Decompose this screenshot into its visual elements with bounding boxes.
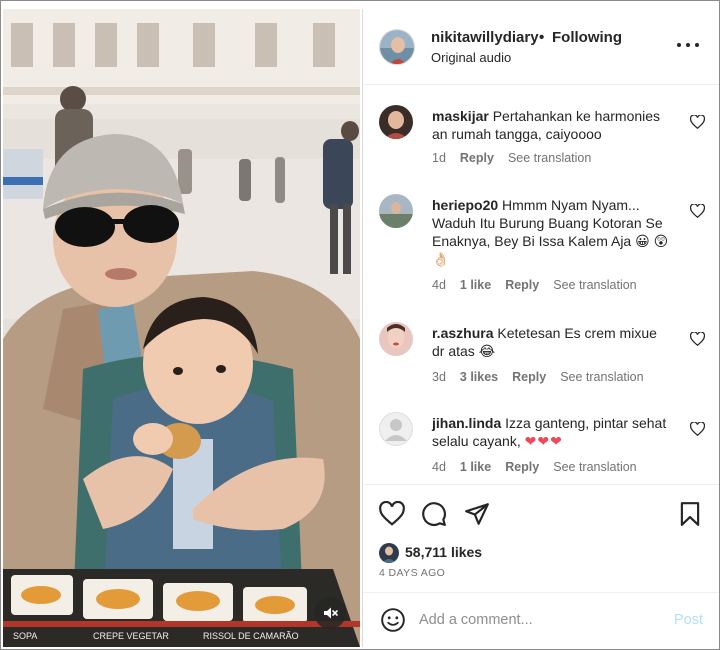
comment-meta: 4d 1 like Reply See translation bbox=[432, 278, 651, 292]
comment-username[interactable]: maskijar bbox=[432, 108, 489, 124]
author-username[interactable]: nikitawillydiary bbox=[431, 29, 539, 46]
comment-username[interactable]: r.aszhura bbox=[432, 325, 493, 341]
comment-likes[interactable]: 1 like bbox=[460, 460, 491, 474]
comments-list[interactable]: maskijar Pertahankan ke harmonies an rum… bbox=[363, 86, 719, 483]
comment-meta: 1d Reply See translation bbox=[432, 151, 605, 165]
more-horizontal-icon[interactable] bbox=[677, 39, 699, 51]
see-translation-button[interactable]: See translation bbox=[553, 278, 636, 292]
comment-meta: 3d 3 likes Reply See translation bbox=[432, 370, 658, 384]
heart-icon[interactable] bbox=[690, 332, 705, 346]
paper-plane-icon[interactable] bbox=[464, 501, 490, 527]
reply-button[interactable]: Reply bbox=[505, 278, 539, 292]
smiley-icon[interactable] bbox=[380, 607, 406, 633]
comment-time[interactable]: 4d bbox=[432, 278, 446, 292]
heart-icon[interactable] bbox=[690, 115, 705, 129]
reply-button[interactable]: Reply bbox=[505, 460, 539, 474]
comment-text: heriepo20 Hmmm Nyam Nyam... Waduh Itu Bu… bbox=[432, 196, 672, 268]
liker-avatar[interactable] bbox=[379, 543, 399, 563]
likes-count[interactable]: 58,711 likes bbox=[405, 544, 482, 560]
video-frame: SOPA CREPE VEGETAR RISSOL DE CAMARÃO bbox=[3, 9, 360, 647]
heart-icon[interactable] bbox=[690, 422, 705, 436]
comment-username[interactable]: heriepo20 bbox=[432, 197, 498, 213]
comment-input[interactable] bbox=[419, 607, 649, 633]
speaker-muted-icon[interactable] bbox=[314, 597, 346, 629]
post-actions: 58,711 likes 4 DAYS AGO bbox=[363, 484, 719, 592]
heart-icon[interactable] bbox=[690, 204, 705, 218]
commenter-avatar[interactable] bbox=[379, 194, 413, 228]
comment-text: jihan.linda Izza ganteng, pintar sehat s… bbox=[432, 414, 672, 450]
menu-sign-sopa: SOPA bbox=[13, 631, 37, 641]
menu-sign-crepe: CREPE VEGETAR bbox=[93, 631, 169, 641]
instagram-post-window: SOPA CREPE VEGETAR RISSOL DE CAMARÃO nik… bbox=[0, 0, 720, 650]
heart-emojis: ❤❤❤ bbox=[524, 433, 563, 449]
see-translation-button[interactable]: See translation bbox=[560, 370, 643, 384]
heart-icon[interactable] bbox=[379, 501, 405, 527]
menu-sign-rissol: RISSOL DE CAMARÃO bbox=[203, 631, 299, 641]
comment-time[interactable]: 4d bbox=[432, 460, 446, 474]
author-avatar[interactable] bbox=[379, 29, 415, 65]
following-button[interactable]: Following bbox=[552, 29, 622, 46]
comment-likes[interactable]: 1 like bbox=[460, 278, 491, 292]
see-translation-button[interactable]: See translation bbox=[553, 460, 636, 474]
commenter-avatar[interactable] bbox=[379, 412, 413, 446]
comment-username[interactable]: jihan.linda bbox=[432, 415, 501, 431]
comment-time[interactable]: 3d bbox=[432, 370, 446, 384]
post-details-panel: nikitawillydiary • Following Original au… bbox=[362, 9, 719, 647]
comment-likes[interactable]: 3 likes bbox=[460, 370, 498, 384]
add-comment-bar: Post bbox=[363, 592, 719, 647]
post-date[interactable]: 4 DAYS AGO bbox=[379, 567, 445, 579]
audio-label[interactable]: Original audio bbox=[431, 50, 511, 65]
comment-meta: 4d 1 like Reply See translation bbox=[432, 460, 651, 474]
post-button[interactable]: Post bbox=[674, 612, 703, 628]
comment-text: r.aszhura Ketetesan Es crem mixue dr ata… bbox=[432, 324, 672, 360]
header-separator: • bbox=[539, 29, 545, 46]
see-translation-button[interactable]: See translation bbox=[508, 151, 591, 165]
post-header: nikitawillydiary • Following Original au… bbox=[363, 9, 719, 85]
post-video[interactable]: SOPA CREPE VEGETAR RISSOL DE CAMARÃO bbox=[3, 9, 360, 647]
comment-time[interactable]: 1d bbox=[432, 151, 446, 165]
bookmark-icon[interactable] bbox=[677, 501, 703, 527]
reply-button[interactable]: Reply bbox=[512, 370, 546, 384]
commenter-avatar[interactable] bbox=[379, 105, 413, 139]
comment-bubble-icon[interactable] bbox=[421, 501, 447, 527]
reply-button[interactable]: Reply bbox=[460, 151, 494, 165]
comment-text: maskijar Pertahankan ke harmonies an rum… bbox=[432, 107, 672, 143]
commenter-avatar[interactable] bbox=[379, 322, 413, 356]
